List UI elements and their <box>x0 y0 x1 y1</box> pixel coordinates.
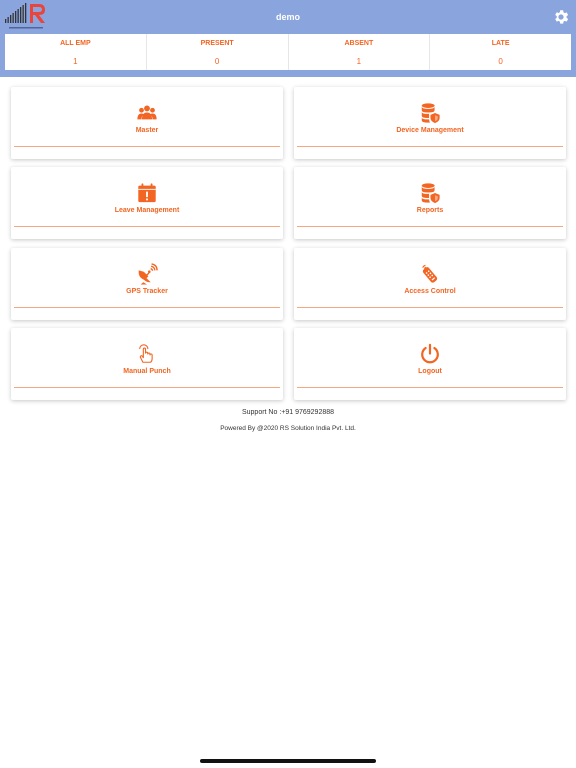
stat-value: 0 <box>498 57 503 66</box>
attendance-summary: ALL EMP 1 PRESENT 0 ABSENT 1 LATE 0 <box>5 34 571 70</box>
card-label: Access Control <box>404 288 456 295</box>
powered-by: Powered By @2020 RS Solution India Pvt. … <box>220 425 356 432</box>
stat-label: ABSENT <box>344 40 374 47</box>
stat-absent[interactable]: ABSENT 1 <box>289 34 431 70</box>
power-icon <box>421 343 439 364</box>
support-number: Support No :+91 9769292888 <box>241 409 335 416</box>
divider <box>14 226 280 227</box>
card-label: GPS Tracker <box>126 288 168 295</box>
stat-value: 1 <box>356 57 362 66</box>
card-label: Leave Management <box>114 207 180 214</box>
card-label: Logout <box>418 368 442 375</box>
database-shield-icon <box>421 103 440 124</box>
stat-label: ALL EMP <box>60 40 91 47</box>
divider <box>297 307 563 308</box>
card-label: Reports <box>416 207 444 214</box>
tap-hand-icon <box>139 344 153 363</box>
reports-card[interactable]: Reports <box>294 167 566 239</box>
stat-late[interactable]: LATE 0 <box>430 34 571 70</box>
divider <box>14 146 280 147</box>
stat-present[interactable]: PRESENT 0 <box>147 34 289 70</box>
stat-value: 0 <box>214 57 220 66</box>
stat-all-emp[interactable]: ALL EMP 1 <box>5 34 147 70</box>
divider <box>297 146 563 147</box>
calendar-alert-icon <box>138 183 156 203</box>
satellite-dish-icon <box>138 263 158 285</box>
master-card[interactable]: Master <box>11 87 283 159</box>
group-icon <box>137 105 157 120</box>
manual-punch-card[interactable]: Manual Punch <box>11 328 283 400</box>
stat-value: 1 <box>73 57 78 66</box>
device-management-card[interactable]: Device Management <box>294 87 566 159</box>
access-control-card[interactable]: Access Control <box>294 248 566 320</box>
gear-icon[interactable] <box>552 8 570 26</box>
divider <box>14 387 280 388</box>
app-title: demo <box>275 12 300 22</box>
remote-control-icon <box>422 264 438 283</box>
card-label: Device Management <box>396 127 464 134</box>
home-indicator[interactable] <box>200 759 376 763</box>
database-shield-icon <box>421 183 440 204</box>
gps-tracker-card[interactable]: GPS Tracker <box>11 248 283 320</box>
divider <box>14 307 280 308</box>
logout-card[interactable]: Logout <box>294 328 566 400</box>
stat-label: LATE <box>491 40 510 47</box>
leave-management-card[interactable]: Leave Management <box>11 167 283 239</box>
divider <box>297 226 563 227</box>
stat-label: PRESENT <box>200 40 234 47</box>
card-label: Master <box>135 127 159 134</box>
card-label: Manual Punch <box>123 368 171 375</box>
divider <box>297 387 563 388</box>
